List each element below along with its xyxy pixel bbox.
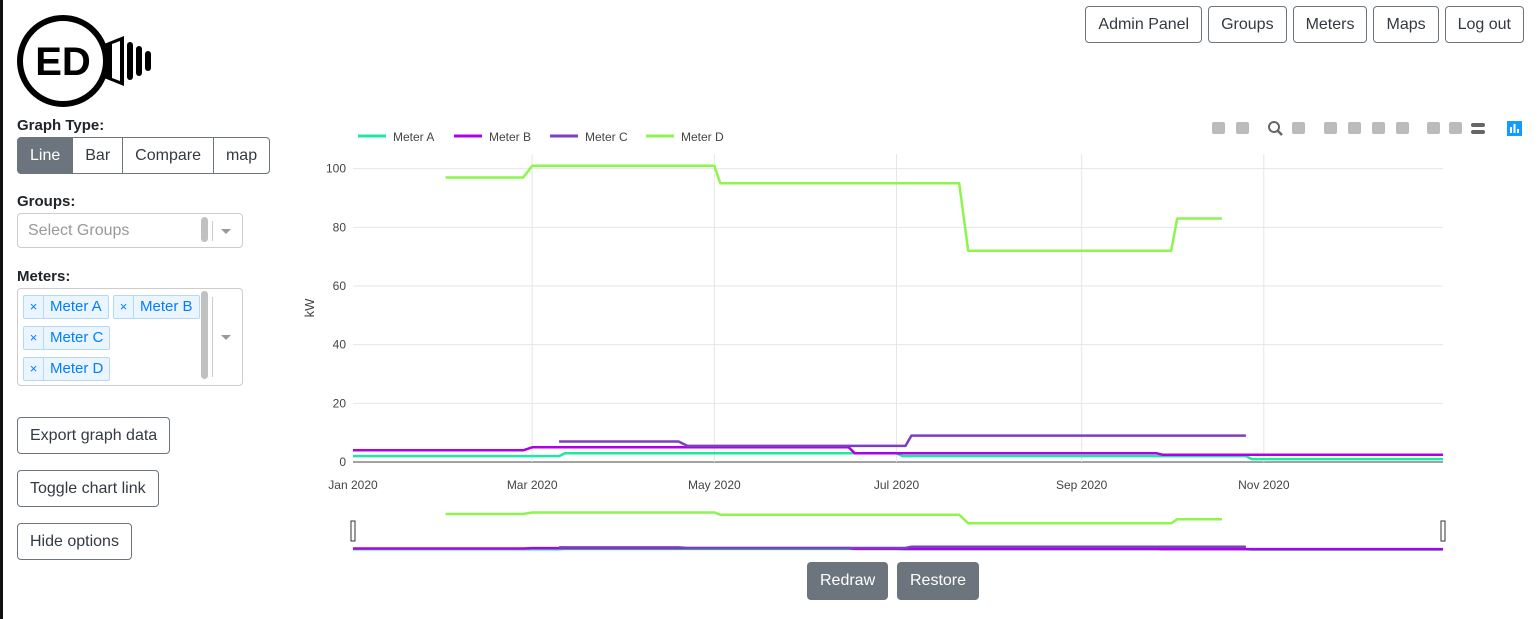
logout-button[interactable]: Log out <box>1444 6 1524 43</box>
x-tick-label: Nov 2020 <box>1238 478 1290 492</box>
graph-type-compare-button[interactable]: Compare <box>122 137 214 174</box>
restore-button[interactable]: Restore <box>897 562 980 600</box>
hover-compare-icon[interactable] <box>1471 123 1485 134</box>
graph-type-bar-button[interactable]: Bar <box>72 137 124 174</box>
rangeslider-right-handle[interactable] <box>1440 520 1446 542</box>
graph-type-map-button[interactable]: map <box>212 137 271 174</box>
y-tick-label: 20 <box>333 396 347 410</box>
legend-label-meter-c[interactable]: Meter C <box>585 130 628 144</box>
y-tick-label: 0 <box>339 455 346 469</box>
y-tick-label: 80 <box>333 220 347 234</box>
groups-placeholder: Select Groups <box>28 222 130 239</box>
series-line-meter-d[interactable] <box>445 164 1222 253</box>
logo-text: ED <box>35 40 91 84</box>
zoom-out-icon[interactable] <box>1348 122 1361 134</box>
x-tick-label: Jan 2020 <box>328 478 378 492</box>
meters-separator <box>212 297 213 377</box>
meter-tag-d: × Meter D <box>23 357 111 381</box>
meter-tag-a: × Meter A <box>23 295 109 319</box>
meters-dropdown-icon[interactable] <box>221 335 231 340</box>
graph-type-label: Graph Type: <box>17 117 105 134</box>
series-line-meter-b[interactable] <box>353 446 1443 456</box>
remove-meter-b-icon[interactable]: × <box>114 296 134 318</box>
plotly-logo-icon[interactable] <box>1507 121 1522 136</box>
hide-options-button[interactable]: Hide options <box>17 523 132 560</box>
groups-button[interactable]: Groups <box>1208 6 1287 43</box>
maps-button[interactable]: Maps <box>1373 6 1439 43</box>
groups-label: Groups: <box>17 193 76 210</box>
graph-type-line-button[interactable]: Line <box>17 137 74 174</box>
logo: ED <box>17 15 151 107</box>
remove-meter-a-icon[interactable]: × <box>24 296 44 318</box>
series-line-meter-c[interactable] <box>559 434 1246 448</box>
toggle-chart-link-button[interactable]: Toggle chart link <box>17 470 159 507</box>
camera-icon[interactable] <box>1212 122 1225 134</box>
rangeslider-left-handle[interactable] <box>350 520 356 542</box>
graph-type-toggle: Line Bar Compare map <box>17 137 271 174</box>
meter-tag-c: × Meter C <box>23 326 111 350</box>
meter-tag-label: Meter C <box>50 329 104 346</box>
rangeslider-series-meter-d <box>445 511 1222 525</box>
x-tick-label: Sep 2020 <box>1056 478 1108 492</box>
legend-label-meter-b[interactable]: Meter B <box>489 130 531 144</box>
window-edge <box>0 0 3 619</box>
groups-scrollbar[interactable] <box>201 217 208 242</box>
meters-label: Meters: <box>17 268 71 285</box>
y-axis-label: kW <box>302 298 317 318</box>
autoscale-icon[interactable] <box>1372 122 1385 134</box>
zoom-icon[interactable] <box>1268 121 1283 136</box>
meter-tag-label: Meter A <box>50 298 102 315</box>
x-tick-label: May 2020 <box>688 478 741 492</box>
x-tick-label: Jul 2020 <box>874 478 920 492</box>
groups-separator <box>212 221 213 241</box>
hover-closest-icon[interactable] <box>1449 122 1462 134</box>
remove-meter-c-icon[interactable]: × <box>24 327 44 349</box>
meter-tag-label: Meter B <box>140 298 193 315</box>
meter-tag-b: × Meter B <box>113 295 200 319</box>
legend-label-meter-a[interactable]: Meter A <box>393 130 434 144</box>
save-icon[interactable] <box>1236 122 1249 134</box>
remove-meter-d-icon[interactable]: × <box>24 358 44 380</box>
redraw-button[interactable]: Redraw <box>807 562 889 600</box>
y-tick-label: 100 <box>326 162 346 176</box>
export-graph-data-button[interactable]: Export graph data <box>17 417 171 454</box>
meters-select[interactable]: × Meter A × Meter B × Meter C × Meter D <box>17 288 243 386</box>
meter-tag-label: Meter D <box>50 360 104 377</box>
reset-axes-icon[interactable] <box>1396 122 1409 134</box>
x-tick-label: Mar 2020 <box>507 478 558 492</box>
pan-icon[interactable] <box>1292 122 1305 134</box>
top-nav: Admin Panel Groups Meters Maps Log out <box>1085 6 1524 43</box>
zoom-in-icon[interactable] <box>1324 122 1337 134</box>
groups-dropdown-icon[interactable] <box>221 229 231 234</box>
y-tick-label: 40 <box>333 338 347 352</box>
legend-label-meter-d[interactable]: Meter D <box>681 130 724 144</box>
rangeslider-series-meter-c <box>559 545 1246 550</box>
spike-lines-icon[interactable] <box>1427 122 1440 134</box>
line-chart[interactable]: 0 20 40 60 80 100 Jan 2020 Mar 2020 May 2020 Jul … <box>290 110 1530 560</box>
admin-panel-button[interactable]: Admin Panel <box>1085 6 1203 43</box>
groups-select[interactable]: Select Groups <box>17 213 243 248</box>
meters-button[interactable]: Meters <box>1292 6 1368 43</box>
meters-scrollbar[interactable] <box>201 291 208 379</box>
y-tick-label: 60 <box>333 279 347 293</box>
